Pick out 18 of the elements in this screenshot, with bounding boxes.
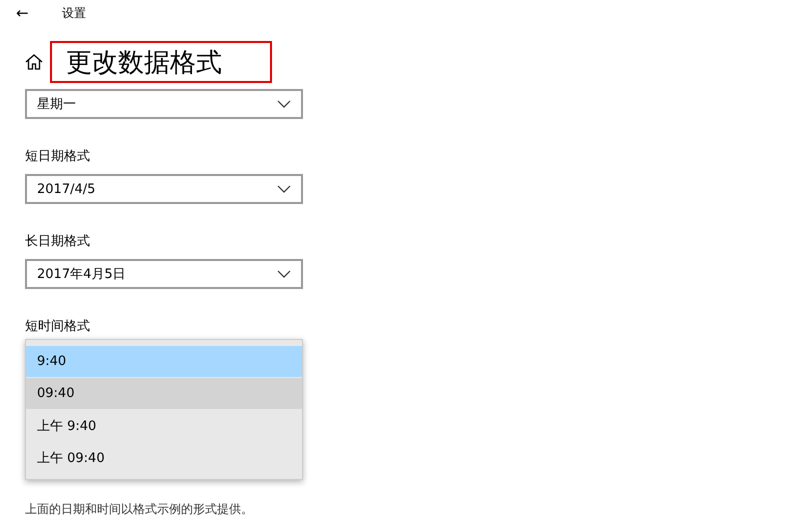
dropdown[interactable]: 2017/4/5 <box>25 174 303 204</box>
page-title: 更改数据格式 <box>50 41 272 83</box>
dropdown-option[interactable]: 9:40 <box>26 346 302 377</box>
dropdown[interactable]: 2017年4月5日 <box>25 259 303 289</box>
field-label: 长日期格式 <box>25 233 91 250</box>
app-title: 设置 <box>62 4 86 22</box>
chevron-down-icon <box>277 270 291 278</box>
chevron-down-icon <box>277 185 291 193</box>
field-label: 短日期格式 <box>25 148 91 165</box>
back-button[interactable]: ← <box>16 4 32 22</box>
dropdown-option[interactable]: 上午 09:40 <box>26 442 302 473</box>
dropdown-option[interactable]: 09:40 <box>26 378 302 409</box>
dropdown[interactable]: 星期一 <box>25 89 303 119</box>
footnote: 上面的日期和时间以格式示例的形式提供。 <box>25 501 254 518</box>
dropdown-option[interactable]: 上午 9:40 <box>26 410 302 441</box>
field-label: 短时间格式 <box>25 318 91 335</box>
chevron-down-icon <box>277 100 291 108</box>
home-icon[interactable] <box>24 52 44 72</box>
